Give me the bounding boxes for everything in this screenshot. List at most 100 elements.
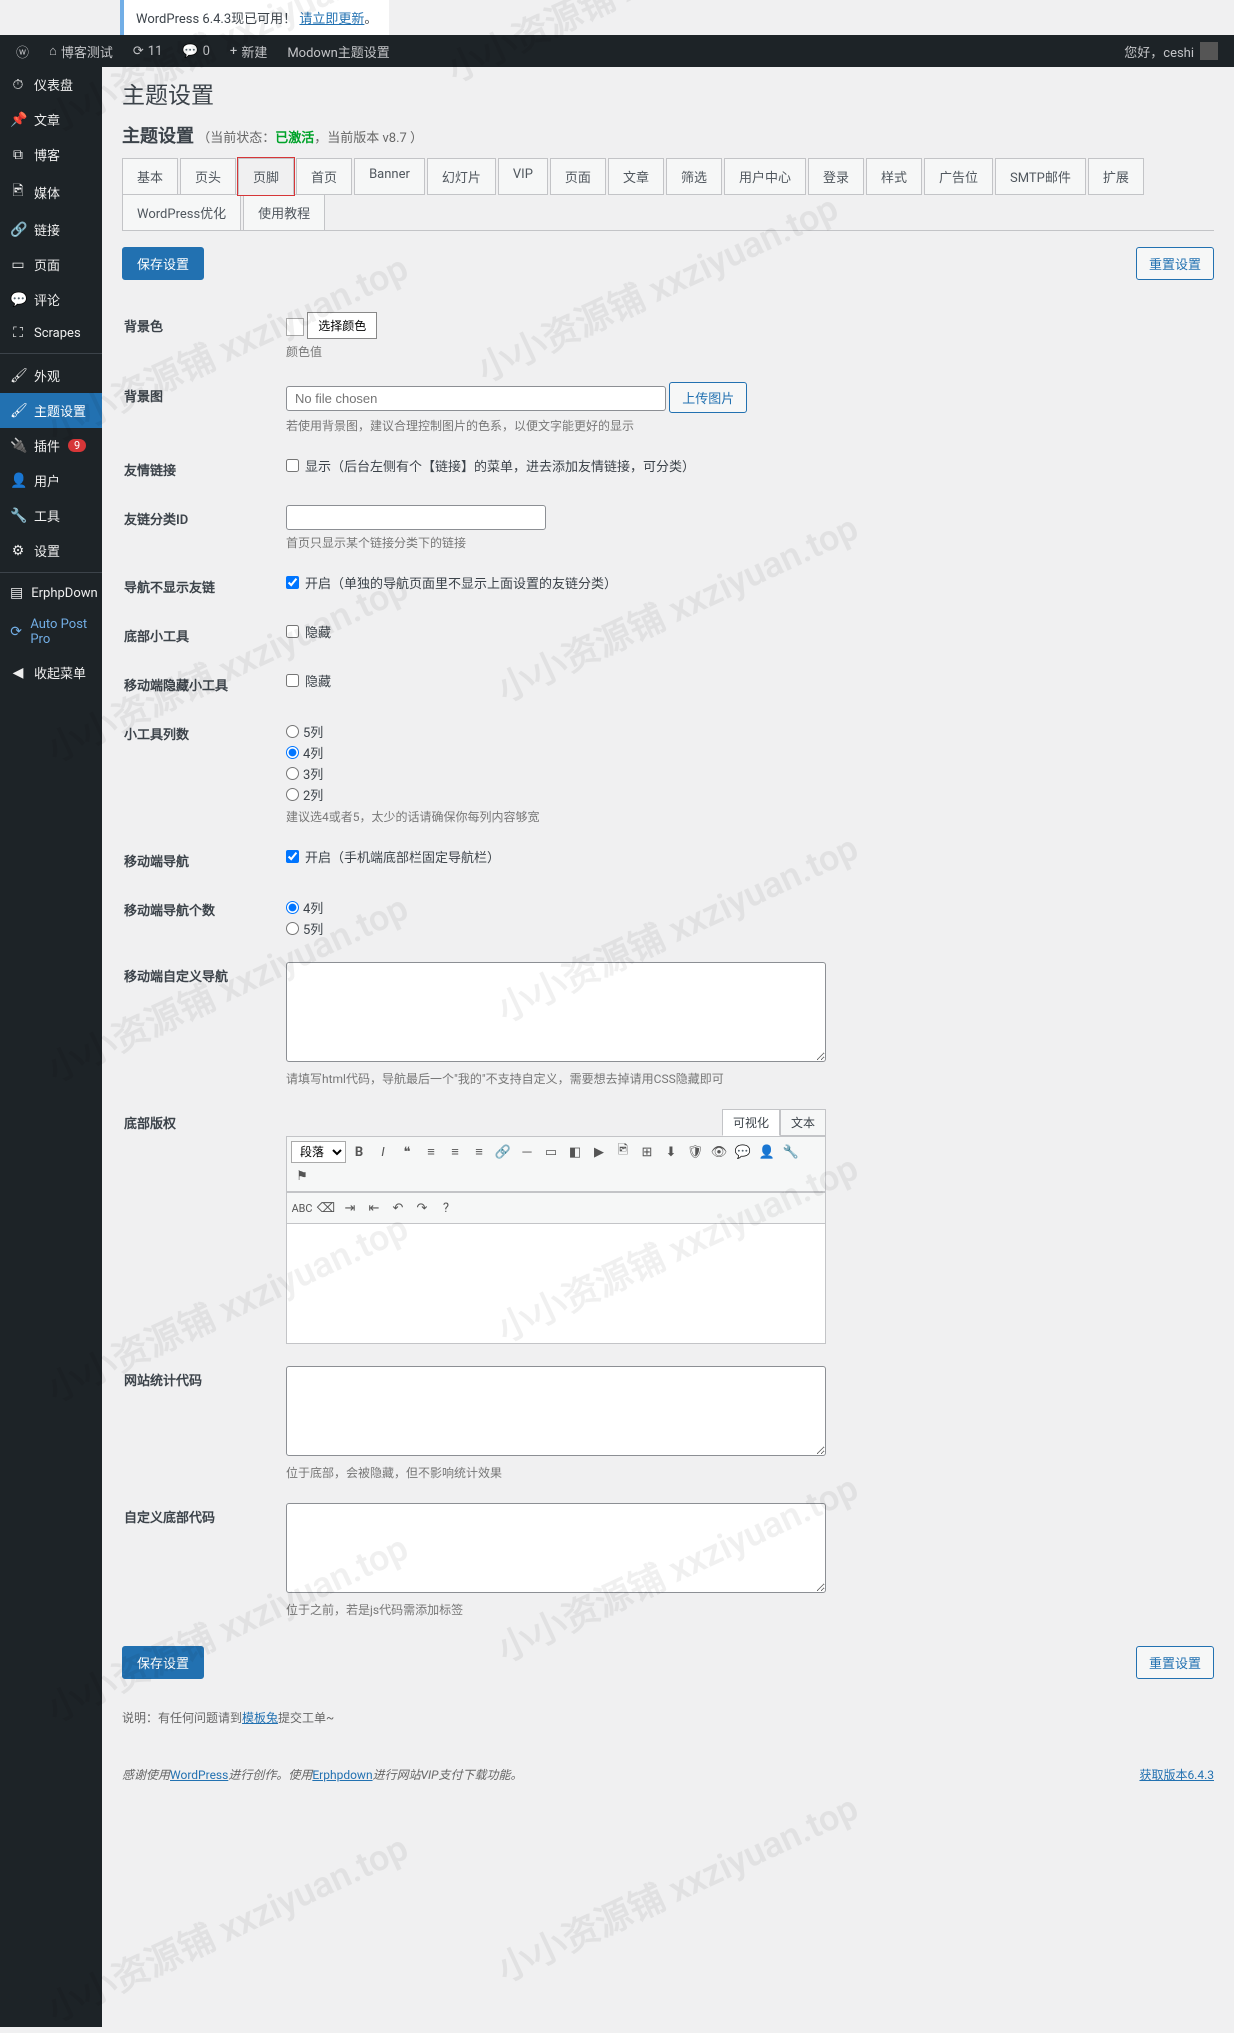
tab-12[interactable]: 样式 xyxy=(866,158,922,195)
mobwidget-checkbox[interactable] xyxy=(286,674,299,687)
button-icon[interactable]: ▭ xyxy=(540,1141,562,1163)
menu-pages[interactable]: ▭页面 xyxy=(0,247,102,282)
image2-icon[interactable]: 🖻 xyxy=(612,1141,634,1163)
save-button-top[interactable]: 保存设置 xyxy=(122,247,204,280)
tab-8[interactable]: 文章 xyxy=(608,158,664,195)
tab-13[interactable]: 广告位 xyxy=(924,158,993,195)
align-left-icon[interactable]: ≡ xyxy=(420,1141,442,1163)
tab-3[interactable]: 首页 xyxy=(296,158,352,195)
tab-5[interactable]: 幻灯片 xyxy=(427,158,496,195)
mobantu-link[interactable]: 模板兔 xyxy=(242,1711,278,1725)
format-select[interactable]: 段落 xyxy=(291,1141,346,1163)
reset-button-bottom[interactable]: 重置设置 xyxy=(1136,1646,1214,1679)
tab-0[interactable]: 基本 xyxy=(122,158,178,195)
menu-plugins[interactable]: 🔌插件 9 xyxy=(0,428,102,463)
video-icon[interactable]: ▶ xyxy=(588,1141,610,1163)
user-icon2[interactable]: 👤 xyxy=(756,1141,778,1163)
footwidget-checkbox[interactable] xyxy=(286,625,299,638)
menu-dashboard[interactable]: ⏱仪表盘 xyxy=(0,67,102,102)
menu-appearance[interactable]: 🖌外观 xyxy=(0,358,102,393)
gallery-icon[interactable]: ⊞ xyxy=(636,1141,658,1163)
upload-image-button[interactable]: 上传图片 xyxy=(669,382,747,413)
clear-icon[interactable]: ⌫ xyxy=(315,1197,337,1219)
widgetcols-2[interactable] xyxy=(286,788,299,801)
widgetcols-4[interactable] xyxy=(286,746,299,759)
quote-icon[interactable]: ❝ xyxy=(396,1141,418,1163)
menu-comments[interactable]: 💬评论 xyxy=(0,282,102,317)
indent-icon[interactable]: ⇥ xyxy=(339,1197,361,1219)
flinks-checkbox[interactable] xyxy=(286,459,299,472)
menu-posts[interactable]: 📌文章 xyxy=(0,102,102,137)
mobnavcount-5[interactable] xyxy=(286,922,299,935)
comments-count[interactable]: 💬 0 xyxy=(174,35,218,67)
site-name[interactable]: ⌂ 博客测试 xyxy=(41,35,121,67)
menu-links[interactable]: 🔗链接 xyxy=(0,212,102,247)
redo-icon[interactable]: ↷ xyxy=(411,1197,433,1219)
editor-body[interactable] xyxy=(286,1224,826,1344)
menu-autopostpro[interactable]: ⟳Auto Post Pro xyxy=(0,609,102,655)
tab-17[interactable]: 使用教程 xyxy=(243,194,325,231)
bold-icon[interactable]: B xyxy=(348,1141,370,1163)
menu-theme-settings[interactable]: 🖌主题设置 xyxy=(0,393,102,428)
tab-16[interactable]: WordPress优化 xyxy=(122,194,241,231)
tab-1[interactable]: 页头 xyxy=(180,158,236,195)
color-icon[interactable]: ◧ xyxy=(564,1141,586,1163)
save-button-bottom[interactable]: 保存设置 xyxy=(122,1646,204,1679)
wp-logo[interactable]: ⓦ xyxy=(8,35,37,67)
tab-15[interactable]: 扩展 xyxy=(1088,158,1144,195)
abc-icon[interactable]: ABC xyxy=(291,1197,313,1219)
customfoot-textarea[interactable] xyxy=(286,1503,826,1593)
tab-14[interactable]: SMTP邮件 xyxy=(995,158,1086,195)
reset-button-top[interactable]: 重置设置 xyxy=(1136,247,1214,280)
tab-11[interactable]: 登录 xyxy=(808,158,864,195)
navnofl-checkbox[interactable] xyxy=(286,576,299,589)
italic-icon[interactable]: I xyxy=(372,1141,394,1163)
undo-icon[interactable]: ↶ xyxy=(387,1197,409,1219)
hr-icon[interactable]: ─ xyxy=(516,1141,538,1163)
updates-count[interactable]: ⟳ 11 xyxy=(125,35,171,67)
menu-settings[interactable]: ⚙设置 xyxy=(0,533,102,568)
get-version-link[interactable]: 获取版本6.4.3 xyxy=(1139,1768,1214,1782)
menu-blog[interactable]: ⧉博客 xyxy=(0,137,102,172)
editor-text-tab[interactable]: 文本 xyxy=(780,1109,826,1136)
tab-10[interactable]: 用户中心 xyxy=(724,158,806,195)
outdent-icon[interactable]: ⇤ xyxy=(363,1197,385,1219)
chat-icon[interactable]: 💬 xyxy=(732,1141,754,1163)
editor-visual-tab[interactable]: 可视化 xyxy=(722,1109,780,1136)
widgetcols-3[interactable] xyxy=(286,767,299,780)
menu-tools[interactable]: 🔧工具 xyxy=(0,498,102,533)
align-right-icon[interactable]: ≡ xyxy=(468,1141,490,1163)
lock-icon[interactable]: 🛡 xyxy=(684,1141,706,1163)
wordpress-link[interactable]: WordPress xyxy=(170,1768,228,1782)
link-icon[interactable]: 🔗 xyxy=(492,1141,514,1163)
menu-scrapes[interactable]: ⛶Scrapes xyxy=(0,317,102,349)
wrench-icon[interactable]: 🔧 xyxy=(780,1141,802,1163)
tab-6[interactable]: VIP xyxy=(498,158,548,195)
flinkcat-input[interactable] xyxy=(286,505,546,530)
tab-2[interactable]: 页脚 xyxy=(238,158,294,195)
update-link[interactable]: 请立即更新 xyxy=(299,12,364,27)
user-greeting[interactable]: 您好，ceshi xyxy=(1124,42,1226,61)
select-color-button[interactable]: 选择颜色 xyxy=(307,312,377,339)
tab-4[interactable]: Banner xyxy=(354,158,425,195)
mobnav-checkbox[interactable] xyxy=(286,850,299,863)
align-center-icon[interactable]: ≡ xyxy=(444,1141,466,1163)
stats-textarea[interactable] xyxy=(286,1366,826,1456)
widgetcols-5[interactable] xyxy=(286,725,299,738)
download-icon[interactable]: ⬇ xyxy=(660,1141,682,1163)
new-content[interactable]: + 新建 xyxy=(222,35,275,67)
bgimg-input[interactable] xyxy=(286,386,666,411)
menu-users[interactable]: 👤用户 xyxy=(0,463,102,498)
eye-icon[interactable]: 👁 xyxy=(708,1141,730,1163)
flag-icon[interactable]: ⚑ xyxy=(291,1165,313,1187)
tab-7[interactable]: 页面 xyxy=(550,158,606,195)
help-icon[interactable]: ? xyxy=(435,1197,457,1219)
menu-media[interactable]: 🖻媒体 xyxy=(0,172,102,212)
mobnavcount-4[interactable] xyxy=(286,901,299,914)
menu-collapse[interactable]: ◀收起菜单 xyxy=(0,655,102,690)
erphpdown-link[interactable]: Erphpdown xyxy=(312,1768,372,1782)
mobcustomnav-textarea[interactable] xyxy=(286,962,826,1062)
menu-erphpdown[interactable]: ▤ErphpDown xyxy=(0,577,102,609)
theme-options-link[interactable]: Modown主题设置 xyxy=(279,35,397,67)
tab-9[interactable]: 筛选 xyxy=(666,158,722,195)
